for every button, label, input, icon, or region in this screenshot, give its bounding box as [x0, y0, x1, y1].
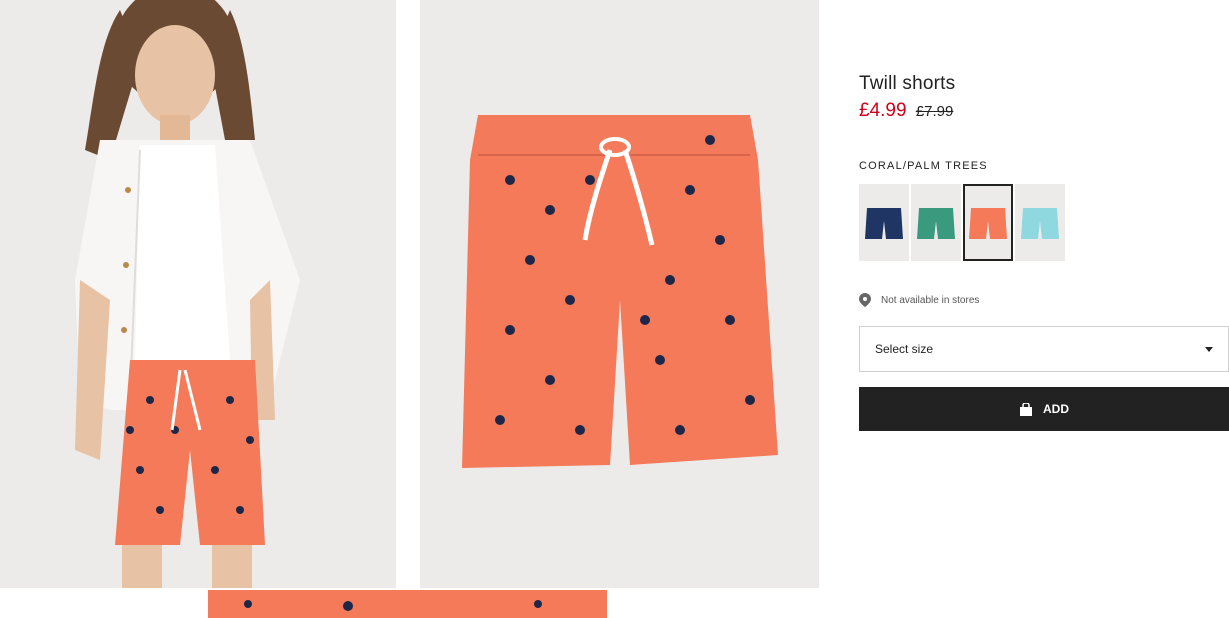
swatch-dark-blue[interactable]: [859, 184, 909, 261]
location-pin-icon: [859, 293, 871, 307]
product-info-panel: Twill shorts £4.99 £7.99 CORAL/PALM TREE…: [859, 0, 1229, 618]
shorts-thumbnail-icon: [1021, 207, 1059, 239]
add-to-bag-button[interactable]: ADD: [859, 387, 1229, 431]
store-availability: Not available in stores: [859, 293, 979, 307]
shorts-thumbnail-icon: [969, 207, 1007, 239]
availability-text: Not available in stores: [881, 294, 980, 306]
caret-down-icon: [1205, 346, 1213, 352]
product-title: Twill shorts: [859, 73, 956, 94]
sale-price: £4.99: [859, 100, 907, 121]
model-photo-image: [0, 0, 396, 588]
size-select-label: Select size: [875, 342, 934, 356]
selected-color-label: CORAL/PALM TREES: [859, 160, 988, 172]
swatch-coral[interactable]: [963, 184, 1013, 261]
price-block: £4.99 £7.99: [859, 100, 953, 122]
add-button-label: ADD: [1043, 402, 1069, 416]
shorts-thumbnail-icon: [917, 207, 955, 239]
product-photo-image: [420, 0, 819, 588]
size-select[interactable]: Select size: [859, 326, 1229, 372]
shorts-thumbnail-icon: [865, 207, 903, 239]
shopping-bag-icon: [1020, 402, 1032, 416]
detail-photo[interactable]: [208, 590, 607, 618]
detail-photo-image: [208, 590, 607, 618]
swatch-green[interactable]: [911, 184, 961, 261]
product-photo[interactable]: [420, 0, 819, 588]
original-price: £7.99: [915, 103, 954, 120]
model-photo[interactable]: [0, 0, 396, 588]
color-swatches: [859, 184, 1065, 261]
swatch-light-blue[interactable]: [1015, 184, 1065, 261]
